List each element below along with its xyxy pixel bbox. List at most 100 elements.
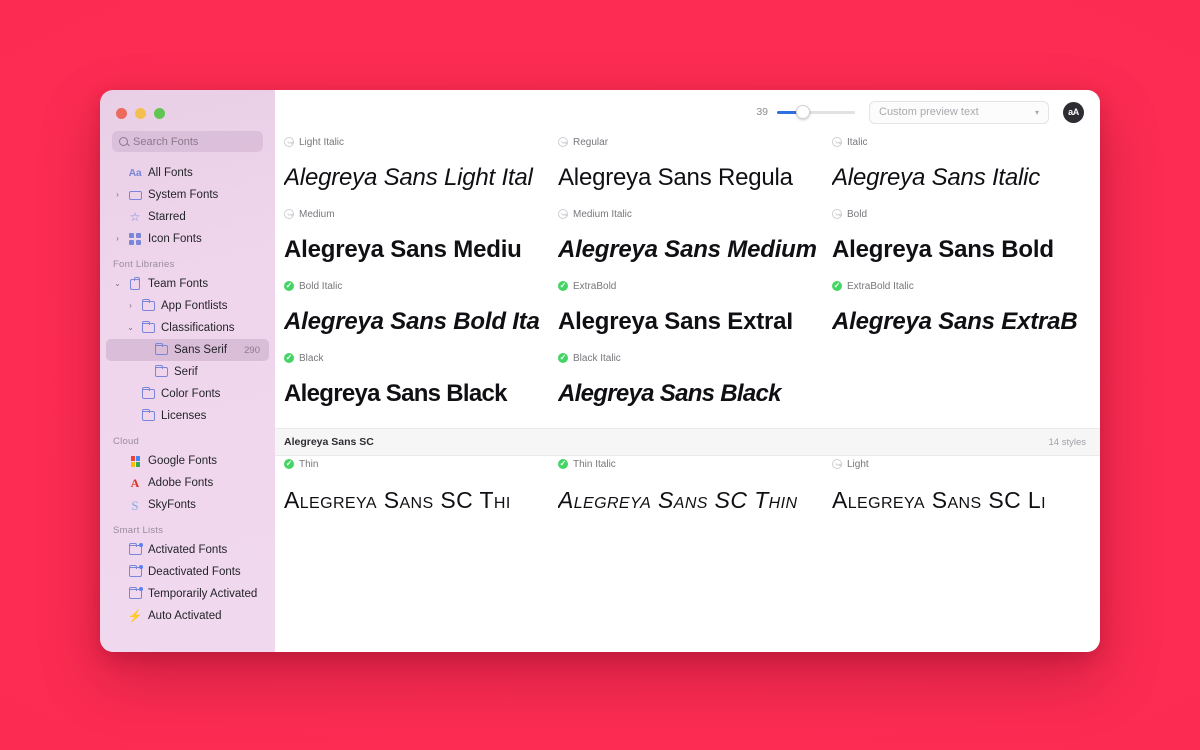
sidebar-item-temporarily-activated[interactable]: ›Temporarily Activated	[100, 583, 275, 605]
folder-dot-icon	[128, 565, 143, 579]
sc-preview-grid: Thin Alegreya Sans SC Thi Thin Italic Alegr…	[275, 456, 1100, 528]
chevron-right-icon[interactable]: ›	[113, 235, 122, 243]
font-style-cell-thin[interactable]: Thin Alegreya Sans SC Thi	[275, 456, 549, 528]
sidebar-item-starred[interactable]: ›☆Starred	[100, 206, 275, 228]
activated-check-icon[interactable]	[284, 459, 294, 469]
font-style-cell-black[interactable]: Black Alegreya Sans Black	[275, 350, 549, 422]
font-style-cell-bold-italic[interactable]: Bold Italic Alegreya Sans Bold Ita	[275, 278, 549, 350]
sidebar-item-classifications[interactable]: ⌄ Classifications	[100, 317, 275, 339]
activated-check-icon[interactable]	[558, 281, 568, 291]
style-label-line: Black	[284, 350, 549, 366]
style-label-line: Italic	[832, 134, 1097, 150]
font-style-cell-medium[interactable]: Medium Alegreya Sans Mediu	[275, 206, 549, 278]
sidebar-item-serif[interactable]: ›Serif	[100, 361, 275, 383]
sidebar-item-skyfonts[interactable]: ›SSkyFonts	[100, 494, 275, 516]
activated-check-icon[interactable]	[284, 353, 294, 363]
zoom-button[interactable]	[154, 108, 165, 119]
sidebar-item-app-fontlists[interactable]: › App Fontlists	[100, 295, 275, 317]
font-sample-text: Alegreya Sans Regula	[558, 164, 793, 191]
sidebar-item-sans-serif[interactable]: ›Sans Serif290	[106, 339, 269, 361]
deactivated-check-icon[interactable]	[832, 459, 842, 469]
chevron-down-icon[interactable]: ⌄	[113, 280, 122, 288]
sidebar-item-team-fonts[interactable]: ⌄ Team Fonts	[100, 273, 275, 295]
size-slider[interactable]	[777, 105, 855, 119]
folder-icon	[141, 321, 155, 335]
style-name: Regular	[573, 136, 609, 148]
deactivated-check-icon[interactable]	[832, 137, 842, 147]
sidebar-item-google-fonts[interactable]: ›Google Fonts	[100, 450, 275, 472]
font-style-cell-italic[interactable]: Italic Alegreya Sans Italic	[823, 134, 1097, 206]
deactivated-check-icon[interactable]	[284, 209, 294, 219]
font-style-cell-black-italic[interactable]: Black Italic Alegreya Sans Black	[549, 350, 823, 422]
slider-knob[interactable]	[796, 105, 810, 119]
sidebar-item-adobe-fonts[interactable]: ›AAdobe Fonts	[100, 472, 275, 494]
sky-icon: S	[131, 497, 139, 513]
preview-text-placeholder: Custom preview text	[879, 106, 979, 118]
style-name: Bold	[847, 208, 868, 220]
activated-check-icon[interactable]	[284, 281, 294, 291]
font-sample-text: Alegreya Sans SC Thin	[558, 486, 798, 513]
sidebar-item-auto-activated[interactable]: ›⚡Auto Activated	[100, 605, 275, 627]
style-name: Italic	[847, 136, 868, 148]
chevron-down-icon[interactable]: ⌄	[126, 324, 135, 332]
chevron-right-icon[interactable]: ›	[126, 302, 135, 310]
style-name: Bold Italic	[299, 280, 343, 292]
sidebar-item-system-fonts[interactable]: › System Fonts	[100, 184, 275, 206]
font-style-row: Bold Italic Alegreya Sans Bold Ita ExtraBo…	[275, 278, 1100, 350]
style-name: Black	[299, 352, 324, 364]
font-style-cell-extrabold[interactable]: ExtraBold Alegreya Sans ExtraI	[549, 278, 823, 350]
family-style-count: 14 styles	[1048, 436, 1087, 448]
size-slider-group: 39	[756, 105, 855, 119]
style-label-line: Light Italic	[284, 134, 549, 150]
font-sample-text: Alegreya Sans SC Thi	[284, 486, 511, 513]
sidebar-sections: Font Libraries ⌄ Team Fonts › App Fontlists ⌄…	[100, 250, 275, 627]
minimize-button[interactable]	[135, 108, 146, 119]
font-sample-text: Alegreya Sans Bold Ita	[284, 308, 540, 335]
style-label-line: Bold	[832, 206, 1097, 222]
activated-check-icon[interactable]	[558, 353, 568, 363]
deactivated-check-icon[interactable]	[284, 137, 294, 147]
adobe-icon: A	[130, 476, 140, 490]
search-input[interactable]: Search Fonts	[112, 131, 263, 152]
style-name: Medium	[299, 208, 335, 220]
deactivated-check-icon[interactable]	[558, 137, 568, 147]
font-style-row: Black Alegreya Sans Black Black Italic Aleg…	[275, 350, 1100, 422]
font-style-cell-regular[interactable]: Regular Alegreya Sans Regula	[549, 134, 823, 206]
sidebar-item-all-fonts[interactable]: ›AaAll Fonts	[100, 162, 275, 184]
folder-icon	[154, 365, 168, 379]
folder-icon	[141, 299, 155, 313]
sidebar-item-color-fonts[interactable]: ›Color Fonts	[100, 383, 275, 405]
chevron-right-icon[interactable]: ›	[113, 191, 122, 199]
font-sample-text: Alegreya Sans Black	[284, 380, 508, 407]
font-style-cell-light-italic[interactable]: Light Italic Alegreya Sans Light Ital	[275, 134, 549, 206]
star-icon: ☆	[129, 210, 141, 224]
bag-icon	[128, 276, 142, 291]
font-style-cell-bold[interactable]: Bold Alegreya Sans Bold	[823, 206, 1097, 278]
font-style-cell-medium-italic[interactable]: Medium Italic Alegreya Sans Medium	[549, 206, 823, 278]
deactivated-check-icon[interactable]	[832, 209, 842, 219]
sidebar-item-label: Activated Fonts	[148, 544, 228, 556]
sidebar-item-icon-fonts[interactable]: › Icon Fonts	[100, 228, 275, 250]
font-style-row: Thin Alegreya Sans SC Thi Thin Italic Alegr…	[275, 456, 1100, 528]
deactivated-check-icon[interactable]	[558, 209, 568, 219]
activated-check-icon[interactable]	[558, 459, 568, 469]
sidebar-top-items: ›AaAll Fonts›System Fonts›☆Starred›Icon …	[100, 162, 275, 250]
font-style-cell-extrabold-italic[interactable]: ExtraBold Italic Alegreya Sans ExtraB	[823, 278, 1097, 350]
style-label-line: ExtraBold	[558, 278, 823, 294]
font-style-cell-thin-italic[interactable]: Thin Italic Alegreya Sans SC Thin	[549, 456, 823, 528]
style-name: ExtraBold Italic	[847, 280, 914, 292]
sidebar-item-activated-fonts[interactable]: ›Activated Fonts	[100, 539, 275, 561]
style-name: ExtraBold	[573, 280, 617, 292]
text-appearance-button[interactable]: aA	[1063, 101, 1084, 123]
font-style-cell-light[interactable]: Light Alegreya Sans SC Li	[823, 456, 1097, 528]
font-sample-text: Alegreya Sans ExtraI	[558, 308, 793, 335]
sidebar-item-label: Color Fonts	[161, 388, 221, 400]
preview-text-dropdown[interactable]: Custom preview text ▾	[869, 100, 1049, 124]
sidebar-item-licenses[interactable]: ›Licenses	[100, 405, 275, 427]
sidebar-group-label-cloud: Cloud	[113, 436, 140, 447]
activated-check-icon[interactable]	[832, 281, 842, 291]
style-label-line: Black Italic	[558, 350, 823, 366]
sidebar-item-deactivated-fonts[interactable]: ›Deactivated Fonts	[100, 561, 275, 583]
sidebar-item-label: All Fonts	[148, 167, 193, 179]
close-button[interactable]	[116, 108, 127, 119]
